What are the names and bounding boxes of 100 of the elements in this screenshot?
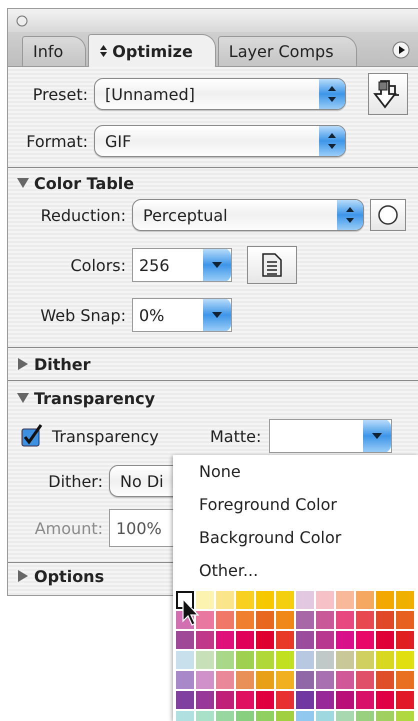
dropdown-arrow-icon xyxy=(203,299,231,331)
panel-tab[interactable]: Layer Comps xyxy=(218,36,357,66)
color-list-button[interactable] xyxy=(247,246,297,284)
color-swatch[interactable] xyxy=(216,671,234,689)
color-swatch[interactable] xyxy=(316,671,334,689)
color-swatch[interactable] xyxy=(276,671,294,689)
disclosure-triangle-icon[interactable] xyxy=(16,391,30,405)
color-swatch[interactable] xyxy=(236,691,254,709)
color-swatch[interactable] xyxy=(296,671,314,689)
color-swatch[interactable] xyxy=(376,651,394,669)
color-swatch[interactable] xyxy=(376,671,394,689)
color-swatch[interactable] xyxy=(216,611,234,629)
color-swatch[interactable] xyxy=(316,591,334,609)
color-swatch[interactable] xyxy=(316,651,334,669)
dropdown-arrow-icon xyxy=(203,249,231,281)
panel-tab[interactable]: Optimize xyxy=(88,34,216,67)
color-swatch[interactable] xyxy=(176,651,194,669)
disclosure-triangle-icon[interactable] xyxy=(16,569,30,583)
color-swatch[interactable] xyxy=(356,651,374,669)
colors-combo[interactable]: 256 xyxy=(132,248,232,282)
color-swatch[interactable] xyxy=(376,591,394,609)
color-swatch[interactable] xyxy=(256,611,274,629)
color-swatch[interactable] xyxy=(336,591,354,609)
color-swatch[interactable] xyxy=(336,631,354,649)
color-swatch[interactable] xyxy=(336,651,354,669)
color-swatch[interactable] xyxy=(256,651,274,669)
close-icon[interactable] xyxy=(16,14,28,26)
color-swatch[interactable] xyxy=(296,651,314,669)
preset-dropdown[interactable]: [Unnamed] xyxy=(94,78,346,110)
color-swatch[interactable] xyxy=(256,591,274,609)
color-swatch[interactable] xyxy=(256,631,274,649)
color-swatch[interactable] xyxy=(256,671,274,689)
format-label: Format: xyxy=(25,132,88,150)
color-swatch[interactable] xyxy=(196,671,214,689)
color-swatch[interactable] xyxy=(376,691,394,709)
color-swatch[interactable] xyxy=(196,691,214,709)
color-swatch[interactable] xyxy=(196,591,214,609)
color-swatch[interactable] xyxy=(296,611,314,629)
web-snap-combo[interactable]: 0% xyxy=(132,298,232,332)
panel-menu-icon[interactable] xyxy=(392,41,410,59)
color-swatch[interactable] xyxy=(316,691,334,709)
color-swatch[interactable] xyxy=(336,611,354,629)
color-swatch[interactable] xyxy=(176,631,194,649)
color-swatch[interactable] xyxy=(216,631,234,649)
color-swatch[interactable] xyxy=(236,631,254,649)
color-swatch[interactable] xyxy=(216,591,234,609)
color-swatch[interactable] xyxy=(296,691,314,709)
format-dropdown[interactable]: GIF xyxy=(94,125,346,157)
reduction-label: Reduction: xyxy=(40,206,126,224)
color-swatch[interactable] xyxy=(236,671,254,689)
matte-combo[interactable] xyxy=(269,419,392,453)
color-swatch[interactable] xyxy=(276,651,294,669)
color-swatch[interactable] xyxy=(316,611,334,629)
checkbox[interactable] xyxy=(20,424,44,448)
color-swatch[interactable] xyxy=(376,611,394,629)
color-swatch[interactable] xyxy=(396,631,414,649)
color-swatch[interactable] xyxy=(176,671,194,689)
menu-item[interactable]: None xyxy=(173,455,418,488)
color-swatch[interactable] xyxy=(236,651,254,669)
dither-label: Dither: xyxy=(47,472,103,490)
color-swatch[interactable] xyxy=(196,611,214,629)
color-swatch[interactable] xyxy=(396,651,414,669)
section-title: Dither xyxy=(34,354,91,374)
disclosure-triangle-icon[interactable] xyxy=(16,357,30,371)
color-swatch[interactable] xyxy=(396,611,414,629)
color-swatch[interactable] xyxy=(396,691,414,709)
color-swatch[interactable] xyxy=(296,631,314,649)
menu-item[interactable]: Other... xyxy=(173,554,418,587)
color-swatch[interactable] xyxy=(336,671,354,689)
color-swatch[interactable] xyxy=(216,691,234,709)
color-swatch[interactable] xyxy=(296,591,314,609)
color-swatch[interactable] xyxy=(276,591,294,609)
color-swatch[interactable] xyxy=(276,631,294,649)
color-swatch[interactable] xyxy=(356,691,374,709)
color-swatch[interactable] xyxy=(396,671,414,689)
color-swatch[interactable] xyxy=(176,691,194,709)
disclosure-triangle-icon[interactable] xyxy=(16,176,30,190)
color-swatch[interactable] xyxy=(356,631,374,649)
color-swatch[interactable] xyxy=(376,631,394,649)
color-swatch[interactable] xyxy=(356,611,374,629)
color-swatch[interactable] xyxy=(336,691,354,709)
updown-arrows-icon xyxy=(319,79,345,109)
panel-tab[interactable]: Info xyxy=(22,36,86,66)
reduction-dropdown[interactable]: Perceptual xyxy=(132,199,364,231)
color-swatch[interactable] xyxy=(196,651,214,669)
color-swatch[interactable] xyxy=(256,691,274,709)
color-swatch[interactable] xyxy=(276,691,294,709)
color-swatch[interactable] xyxy=(356,591,374,609)
optimize-to-size-button[interactable] xyxy=(368,73,408,115)
color-swatch[interactable] xyxy=(196,631,214,649)
color-swatch[interactable] xyxy=(396,591,414,609)
color-swatch[interactable] xyxy=(356,671,374,689)
circle-icon xyxy=(377,204,399,226)
section-title: Color Table xyxy=(34,174,134,192)
color-swatch[interactable] xyxy=(216,651,234,669)
color-swatch[interactable] xyxy=(236,611,254,629)
circle-button[interactable] xyxy=(370,199,406,231)
color-swatch[interactable] xyxy=(276,611,294,629)
color-swatch[interactable] xyxy=(316,631,334,649)
color-swatch[interactable] xyxy=(236,591,254,609)
